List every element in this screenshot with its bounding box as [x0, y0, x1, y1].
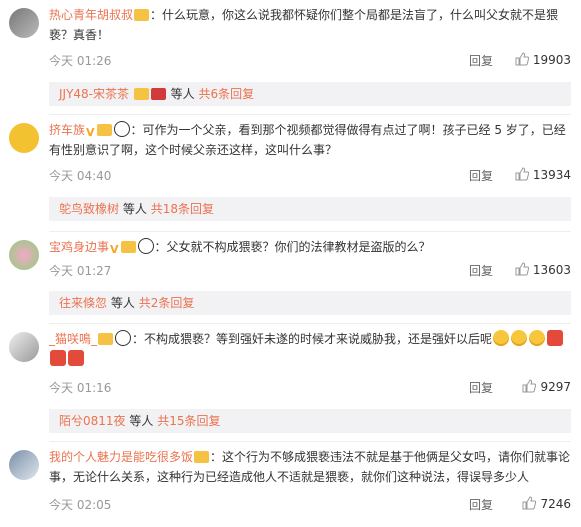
reply-user[interactable]: 鸵鸟致橡树 [59, 202, 119, 216]
avatar[interactable] [9, 332, 39, 362]
thumbs-up-icon [515, 167, 529, 181]
reply-suffix: 等人 [170, 87, 195, 101]
verified-v-icon: V [86, 126, 95, 139]
vip-badge-icon [194, 451, 210, 463]
reply-user[interactable]: 陌兮0811夜 [59, 414, 126, 428]
reply-user[interactable]: 往来倏忽 [59, 296, 107, 310]
reply-summary[interactable]: 鸵鸟致橡树 等人 共18条回复 [49, 197, 571, 221]
reply-button[interactable]: 回复 [469, 262, 493, 279]
thumbs-up-icon [515, 52, 529, 66]
vip-badge-icon [120, 241, 136, 253]
comment-meta: 今天 02:05 回复 7246 [49, 496, 571, 514]
reply-count-link[interactable]: 共18条回复 [151, 202, 214, 216]
divider [49, 441, 571, 442]
vip-badge-icon [98, 333, 114, 345]
reply-button[interactable]: 回复 [469, 379, 493, 396]
comment-time: 今天 04:40 [49, 169, 112, 183]
comment-text: ：不构成猥亵？等到强奸未遂的时候才来说威胁我，还是强奸以后呢 [132, 332, 493, 346]
comment-content: 挤车族V ：可作为一个父亲，看到那个视频都觉得做得有点过了啊！孩子已经 5 岁了，… [49, 120, 571, 160]
panda-badge-icon [113, 121, 130, 137]
reply-count-link[interactable]: 共2条回复 [139, 296, 195, 310]
comment-username[interactable]: 热心青年胡叔叔 [49, 8, 133, 22]
laugh-emoji-icon [493, 330, 510, 346]
thumbs-up-icon [522, 379, 537, 393]
reply-button[interactable]: 回复 [469, 52, 493, 69]
like-button[interactable]: 9297 [522, 379, 571, 394]
comment-content: 热心青年胡叔叔 ：什么玩意，你这么说我都怀疑你们整个局都是法盲了，什么叫父女就不是… [49, 5, 571, 45]
like-button[interactable]: 13934 [515, 167, 571, 182]
divider [49, 323, 571, 324]
like-count: 13603 [532, 263, 571, 277]
comment-username[interactable]: 宝鸡身边事 [49, 240, 109, 254]
like-count: 19903 [532, 53, 571, 67]
cake-emoji-icon [68, 350, 84, 366]
comment-username[interactable]: 挤车族 [49, 123, 85, 137]
comment-username[interactable]: 我的个人魅力是能吃很多饭 [49, 450, 193, 464]
avatar[interactable] [9, 240, 39, 270]
vip-badge-icon [133, 88, 149, 100]
member-badge-icon [150, 88, 166, 100]
comment-meta: 今天 01:16 回复 9297 [49, 379, 571, 397]
divider [49, 231, 571, 232]
thumbs-up-icon [522, 496, 537, 510]
avatar[interactable] [9, 123, 39, 153]
comment-meta: 今天 01:26 回复 19903 [49, 52, 571, 70]
like-count: 13934 [532, 168, 571, 182]
comment-time: 今天 01:16 [49, 381, 112, 395]
cake-emoji-icon [50, 350, 66, 366]
laugh-emoji-icon [529, 330, 546, 346]
comment-content: _猫咲鳴_ ：不构成猥亵？等到强奸未遂的时候才来说威胁我，还是强奸以后呢 [49, 329, 571, 369]
comment-content: 我的个人魅力是能吃很多饭 ：这个行为不够成猥亵违法不就是基于他俩是父女吗，请你们就… [49, 447, 571, 487]
reply-button[interactable]: 回复 [469, 167, 493, 184]
comment-meta: 今天 01:27 回复 13603 [49, 262, 571, 280]
reply-user[interactable]: JJY48-宋茶茶 [59, 87, 129, 101]
comment-time: 今天 01:27 [49, 264, 112, 278]
reply-suffix: 等人 [129, 414, 154, 428]
vip-badge-icon [134, 9, 150, 21]
comment-content: 宝鸡身边事V ：父女就不构成猥亵？你们的法律教材是盗版的么？ [49, 237, 571, 257]
comment-meta: 今天 04:40 回复 13934 [49, 167, 571, 185]
like-count: 7246 [540, 497, 571, 511]
reply-count-link[interactable]: 共6条回复 [199, 87, 255, 101]
comment-username[interactable]: _猫咲鳴_ [49, 332, 97, 346]
laugh-emoji-icon [511, 330, 528, 346]
avatar[interactable] [9, 8, 39, 38]
comment-text: ：父女就不构成猥亵？你们的法律教材是盗版的么？ [154, 240, 431, 254]
reply-suffix: 等人 [122, 202, 147, 216]
verified-v-icon: V [110, 243, 119, 256]
like-button[interactable]: 19903 [515, 52, 571, 67]
reply-summary[interactable]: 陌兮0811夜 等人 共15条回复 [49, 409, 571, 433]
reply-summary[interactable]: JJY48-宋茶茶 等人 共6条回复 [49, 82, 571, 106]
avatar[interactable] [9, 450, 39, 480]
like-button[interactable]: 13603 [515, 262, 571, 277]
comment-time: 今天 02:05 [49, 498, 112, 512]
thumbs-up-icon [515, 262, 529, 276]
panda-badge-icon [137, 238, 154, 254]
reply-suffix: 等人 [110, 296, 135, 310]
vip-badge-icon [96, 124, 112, 136]
like-count: 9297 [540, 380, 571, 394]
divider [49, 114, 571, 115]
cake-emoji-icon [547, 330, 564, 346]
reply-summary[interactable]: 往来倏忽 等人 共2条回复 [49, 291, 571, 315]
like-button[interactable]: 7246 [522, 496, 571, 511]
panda-badge-icon [115, 330, 132, 346]
reply-count-link[interactable]: 共15条回复 [157, 414, 220, 428]
reply-button[interactable]: 回复 [469, 496, 493, 513]
comment-time: 今天 01:26 [49, 54, 112, 68]
